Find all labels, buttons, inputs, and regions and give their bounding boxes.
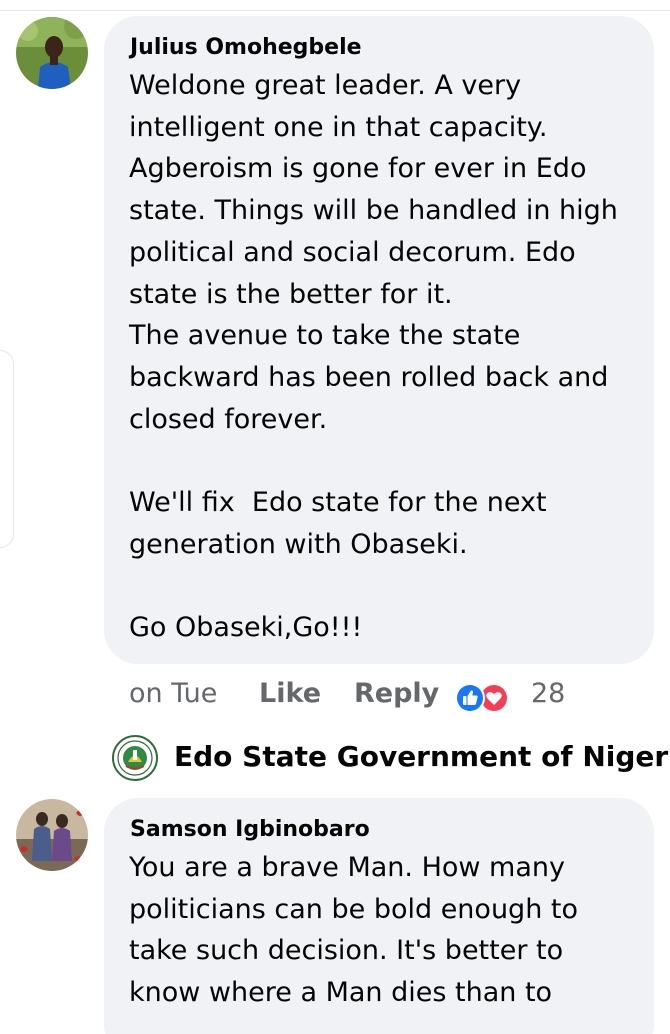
comment-line: backward has been rolled back and <box>129 361 609 393</box>
comment-line: state is the better for it. <box>129 278 453 310</box>
comment-line: generation with Obaseki. <box>129 528 468 560</box>
comment-line: know where a Man dies than to <box>129 977 553 1009</box>
comment-line: We'll fix Edo state for the next <box>129 487 547 519</box>
avatar[interactable] <box>16 17 88 89</box>
side-card-edge <box>0 350 14 548</box>
comment-body: Weldone great leader. A very intelligent… <box>129 65 644 649</box>
like-button[interactable]: Like <box>259 678 321 709</box>
comment-line: Go Obaseki,Go!!! <box>129 612 363 644</box>
state-seal-icon[interactable] <box>112 735 158 781</box>
comment-line: Agberoism is gone for ever in Edo <box>129 153 587 185</box>
comment-body: You are a brave Man. How many politician… <box>129 847 644 1014</box>
comment-thread: Julius Omohegbele Weldone great leader. … <box>0 0 670 1034</box>
reaction-count[interactable]: 28 <box>531 678 565 709</box>
comment-line: The avenue to take the state <box>129 320 521 352</box>
comment-author[interactable]: Samson Igbinobaro <box>130 817 370 842</box>
comment-line: take such decision. It's better to <box>129 935 564 967</box>
profile-photo-icon <box>16 799 88 871</box>
top-divider <box>0 0 670 11</box>
comment-line: political and social decorum. Edo <box>129 236 576 268</box>
comment-line: closed forever. <box>129 403 328 435</box>
comment-line: Weldone great leader. A very <box>129 70 522 101</box>
comment-actions: on Tue Like Reply 28 <box>0 678 670 718</box>
reactions-summary[interactable] <box>454 682 514 714</box>
avatar[interactable] <box>16 799 88 871</box>
comment-blank-line <box>129 565 644 607</box>
comment-timestamp[interactable]: on Tue <box>129 678 217 709</box>
comment-line: You are a brave Man. How many <box>129 852 565 883</box>
profile-photo-icon <box>16 17 88 89</box>
page-name[interactable]: Edo State Government of Nigeria <box>174 740 670 773</box>
like-icon <box>455 683 485 713</box>
comment-line: intelligent one in that capacity. <box>129 111 548 143</box>
comment-line: politicians can be bold enough to <box>129 893 578 925</box>
reply-button[interactable]: Reply <box>354 678 439 709</box>
comment-blank-line <box>129 440 644 482</box>
comment-author[interactable]: Julius Omohegbele <box>130 35 362 60</box>
comment-line: state. Things will be handled in high <box>129 195 618 227</box>
